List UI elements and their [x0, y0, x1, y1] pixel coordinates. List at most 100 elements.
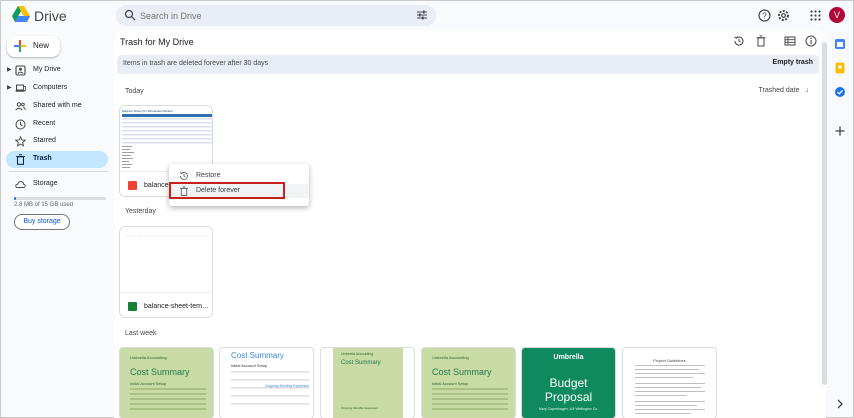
people-icon [15, 102, 26, 111]
file-card-cost-summary-3[interactable]: Umbrella Accounting Cost Summary Ongoing… [320, 347, 415, 418]
sort-label: Trashed date [758, 87, 800, 94]
file-card-budget-proposal[interactable]: Umbrella Budget Proposal Mary Copenhagen… [521, 347, 616, 418]
cloud-icon [15, 181, 26, 188]
settings-gear-icon[interactable] [777, 9, 790, 22]
info-icon[interactable] [805, 35, 817, 47]
chevron-right-icon[interactable] [834, 398, 846, 410]
search-input[interactable] [140, 8, 400, 23]
sidebar-item-starred[interactable]: Starred [6, 133, 108, 150]
empty-trash-button[interactable]: Empty trash [773, 59, 813, 66]
sort-trashed-date[interactable]: Trashed date ↓ [759, 87, 810, 94]
sidebar-item-label: Storage [33, 180, 58, 187]
expand-caret-icon[interactable]: ▶ [7, 84, 12, 91]
restore-history-icon[interactable] [733, 35, 745, 47]
clock-icon [15, 119, 26, 130]
top-bar: Drive ? V [0, 0, 854, 32]
file-thumbnail [120, 227, 212, 293]
highlight-box [169, 182, 285, 199]
drive-logo-icon[interactable] [12, 6, 30, 22]
file-card-cost-summary-1[interactable]: Umbrella Accounting Cost Summary Initial… [119, 347, 214, 418]
thumb-text-lines [635, 365, 705, 414]
thumb-title: Cost Summary [432, 367, 492, 377]
file-card-balance-sheet-template[interactable]: balance-sheet-templat... [119, 226, 213, 318]
thumb-subtitle: Initial Account Setup [432, 381, 469, 386]
preview-title: Balance Sheet (for Wholesale Market) [122, 109, 173, 113]
sidebar-divider [9, 171, 108, 172]
pdf-file-icon [128, 181, 137, 190]
thumb-table-lines [432, 388, 508, 410]
svg-text:?: ? [762, 11, 767, 20]
thumb-subtitle: Initial Account Setup [130, 381, 167, 386]
tasks-icon[interactable] [834, 86, 846, 98]
thumb-brand: Umbrella Accounting [432, 355, 469, 360]
trash-info-banner: Items in trash are deleted forever after… [117, 55, 819, 74]
menu-item-restore[interactable]: Restore [169, 169, 309, 183]
page-title: Trash for My Drive [120, 37, 194, 47]
sidebar-item-label: Computers [33, 84, 68, 91]
thumb-brand: Umbrella Accounting [130, 355, 167, 360]
computer-icon [15, 84, 26, 92]
new-button[interactable]: New [7, 36, 60, 57]
file-card-cost-summary-2[interactable]: Cost Summary Initial Account Setup Ongoi… [219, 347, 314, 418]
storage-usage-text: 2.8 MB of 15 GB used [14, 202, 74, 208]
spreadsheet-preview-image: Balance Sheet (for Wholesale Market) [120, 106, 212, 171]
buy-storage-button[interactable]: Buy storage [14, 214, 70, 230]
trash-icon [16, 154, 25, 165]
banner-message: Items in trash are deleted forever after… [123, 60, 269, 67]
thumb-brand: Umbrella [553, 354, 584, 361]
keep-icon[interactable] [834, 62, 846, 74]
thumb-table-lines [130, 388, 206, 410]
new-button-label: New [33, 41, 50, 50]
expand-caret-icon[interactable]: ▶ [7, 66, 12, 73]
file-card-project-guidelines[interactable]: Project Guidelines [622, 347, 717, 418]
section-heading-last-week: Last week [125, 330, 157, 337]
thumb-title: Project Guidelines [653, 358, 686, 363]
sidebar-item-computers[interactable]: ▶ Computers [6, 80, 108, 97]
sidebar-item-shared-with-me[interactable]: Shared with me [6, 98, 108, 115]
star-icon [15, 136, 26, 147]
thumb-title: Cost Summary [341, 360, 381, 366]
delete-icon[interactable] [755, 35, 767, 47]
sidebar-item-label: My Drive [33, 66, 61, 73]
restore-icon [179, 171, 188, 180]
sidebar-item-label: Recent [33, 120, 56, 127]
sheet-preview-image [120, 227, 212, 292]
storage-usage-fill [14, 197, 16, 200]
sidebar-item-trash[interactable]: Trash [6, 151, 108, 168]
section-heading-yesterday: Yesterday [125, 208, 156, 215]
sidebar-item-recent[interactable]: Recent [6, 116, 108, 133]
thumb-subtitle: Initial Account Setup [231, 363, 268, 368]
menu-item-label: Restore [196, 172, 221, 179]
search-icon[interactable] [124, 9, 136, 21]
apps-grid-icon[interactable] [809, 9, 822, 22]
storage-usage-bar [14, 197, 106, 200]
account-avatar[interactable]: V [829, 7, 845, 23]
help-icon[interactable]: ? [758, 9, 771, 22]
file-card-cost-summary-4[interactable]: Umbrella Accounting Cost Summary Initial… [421, 347, 516, 418]
arrow-down-icon[interactable]: ↓ [806, 87, 810, 94]
sidebar-item-storage[interactable]: Storage [6, 176, 108, 193]
thumb-brand: Umbrella Accounting [341, 352, 374, 356]
vertical-scrollbar[interactable] [822, 42, 827, 385]
thumb-ongoing: Ongoing Monthly Expenses [265, 384, 309, 388]
sheets-file-icon [128, 302, 137, 311]
sidebar-item-label: Trash [33, 155, 52, 162]
thumb-title: Cost Summary [130, 367, 190, 377]
file-thumbnail: Balance Sheet (for Wholesale Market) [120, 106, 212, 172]
search-bar[interactable] [116, 5, 436, 26]
drive-brand-label[interactable]: Drive [34, 8, 67, 24]
section-heading-today: Today [125, 88, 144, 95]
add-icon[interactable] [834, 125, 846, 137]
calendar-icon[interactable] [834, 38, 846, 50]
list-view-icon[interactable] [784, 35, 796, 47]
sidebar-item-my-drive[interactable]: ▶ My Drive [6, 62, 108, 79]
plus-icon [14, 40, 26, 52]
main-content: Trash for My Drive Items in trash are de… [114, 30, 826, 418]
thumb-title-line1: Budget [549, 376, 588, 390]
file-name: balance-sheet-templat... [144, 303, 210, 310]
thumb-subtitle: Mary Copenhagen, 4/4 Wellington Co. [538, 407, 599, 411]
search-options-icon[interactable] [416, 9, 428, 21]
sidebar-item-label: Starred [33, 137, 56, 144]
thumb-ongoing: Ongoing Monthly Expenses [341, 406, 378, 410]
thumb-title-line2: Proposal [544, 390, 593, 404]
